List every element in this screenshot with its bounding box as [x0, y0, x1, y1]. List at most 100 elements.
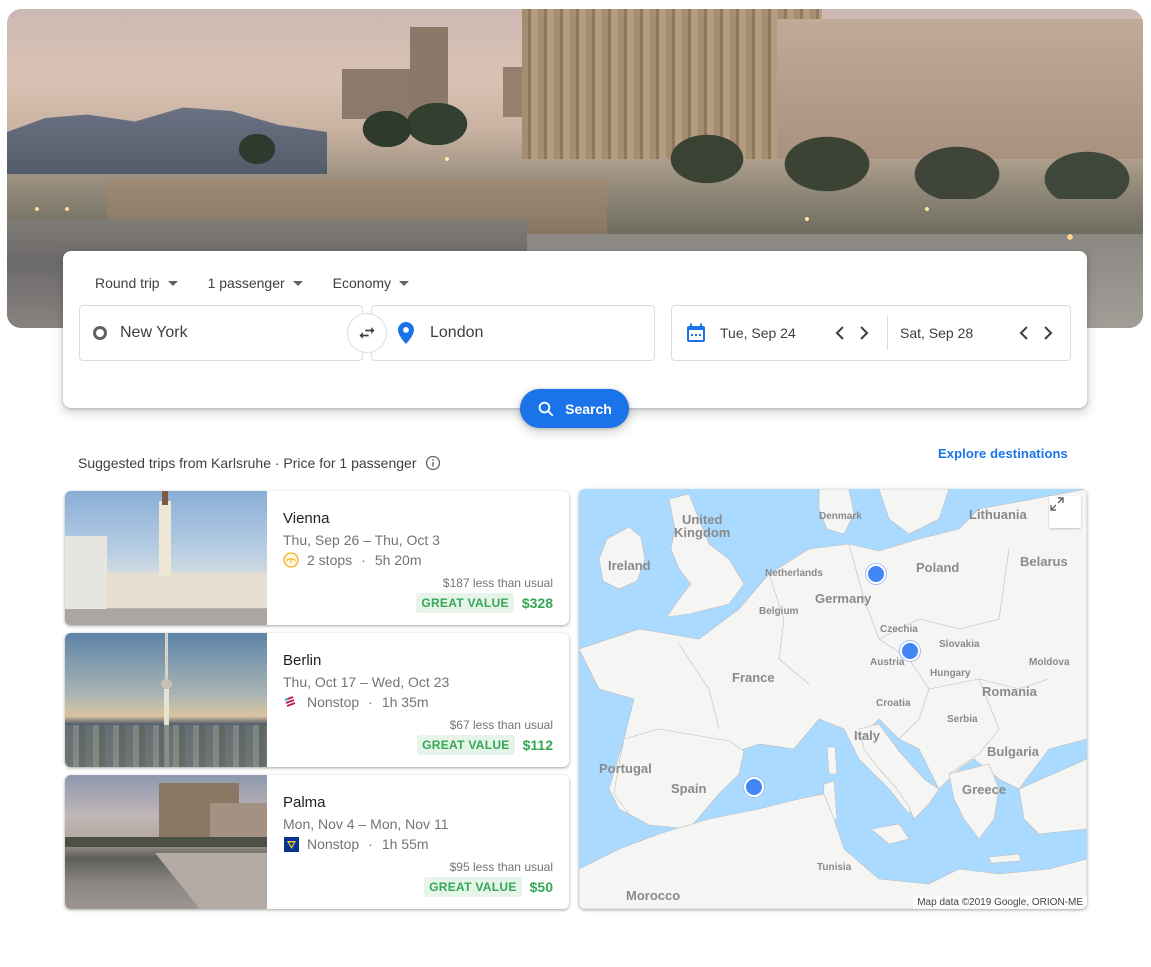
- trip-price: $328: [521, 595, 553, 611]
- search-button[interactable]: Search: [520, 389, 629, 428]
- trip-stops: Nonstop: [307, 836, 360, 852]
- depart-date-value: Tue, Sep 24: [720, 325, 796, 341]
- expand-map-button[interactable]: [1049, 496, 1081, 528]
- trip-card-vienna[interactable]: Vienna Thu, Sep 26 – Thu, Oct 3 2 stops …: [65, 491, 569, 625]
- trip-price: $50: [529, 879, 553, 895]
- lufthansa-icon: [283, 552, 299, 568]
- passengers-dropdown[interactable]: 1 passenger: [208, 273, 303, 293]
- caret-down-icon: [292, 280, 303, 286]
- great-value-badge: GREAT VALUE: [416, 593, 514, 613]
- destinations-map[interactable]: United Kingdom Ireland Germany Poland Be…: [579, 489, 1087, 909]
- trip-meta: Nonstop · 1h 35m: [283, 694, 429, 710]
- trip-card-berlin[interactable]: Berlin Thu, Oct 17 – Wed, Oct 23 Nonstop…: [65, 633, 569, 767]
- swap-arrows-icon: [359, 327, 375, 339]
- trip-dates: Mon, Nov 4 – Mon, Nov 11: [283, 816, 449, 832]
- map-label-romania: Romania: [982, 684, 1037, 699]
- map-label-austria: Austria: [870, 657, 905, 668]
- map-label-denmark: Denmark: [819, 511, 862, 522]
- trip-savings: $67 less than usual: [449, 718, 553, 732]
- origin-circle-icon: [93, 326, 107, 340]
- trip-info: Palma Mon, Nov 4 – Mon, Nov 11 Nonstop ·…: [283, 775, 569, 909]
- land-iberia: [613, 728, 745, 830]
- return-date-value: Sat, Sep 28: [900, 325, 974, 341]
- flight-search-card: Round trip 1 passenger Economy New York …: [63, 251, 1087, 428]
- depart-date-nav: [832, 325, 872, 341]
- land-greece: [948, 763, 1000, 840]
- return-date-field[interactable]: Sat, Sep 28: [887, 316, 1070, 350]
- separator-dot: ·: [368, 694, 373, 710]
- map-label-united-kingdom: United Kingdom: [674, 513, 730, 539]
- map-label-tunisia: Tunisia: [817, 862, 852, 873]
- map-label-lithuania: Lithuania: [969, 507, 1027, 522]
- map-label-belarus: Belarus: [1020, 554, 1068, 569]
- map-marker-vienna[interactable]: [900, 641, 920, 661]
- next-date-button[interactable]: [1040, 325, 1056, 341]
- cabin-class-dropdown[interactable]: Economy: [332, 273, 410, 293]
- trip-info: Berlin Thu, Oct 17 – Wed, Oct 23 Nonstop…: [283, 633, 569, 767]
- origin-input[interactable]: New York: [79, 305, 363, 361]
- previous-date-button[interactable]: [1016, 325, 1032, 341]
- passengers-label: 1 passenger: [207, 275, 285, 291]
- cabin-class-label: Economy: [332, 275, 392, 291]
- map-marker-berlin[interactable]: [866, 564, 886, 584]
- map-marker-palma[interactable]: [744, 777, 764, 797]
- swap-locations-button[interactable]: [347, 313, 387, 353]
- trip-duration: 5h 20m: [374, 552, 422, 568]
- separator-dot: ·: [361, 552, 366, 568]
- map-label-spain: Spain: [671, 781, 707, 796]
- chevron-right-icon: [1044, 326, 1053, 340]
- trip-duration: 1h 55m: [381, 836, 429, 852]
- map-label-morocco: Morocco: [626, 888, 681, 903]
- info-icon[interactable]: [425, 455, 441, 471]
- map-label-ireland: Ireland: [608, 558, 651, 573]
- destination-input[interactable]: London: [371, 305, 655, 361]
- map-label-czechia: Czechia: [880, 624, 918, 635]
- explore-destinations-link[interactable]: Explore destinations: [938, 446, 1068, 461]
- trip-city: Berlin: [283, 652, 322, 669]
- berlin-thumbnail: [65, 633, 267, 767]
- trip-city: Palma: [283, 794, 326, 811]
- map-label-slovakia: Slovakia: [939, 639, 980, 650]
- search-icon: [538, 401, 554, 416]
- trip-price: $112: [522, 737, 553, 753]
- origin-value: New York: [120, 324, 188, 341]
- previous-date-button[interactable]: [832, 325, 848, 341]
- trip-card-palma[interactable]: Palma Mon, Nov 4 – Mon, Nov 11 Nonstop ·…: [65, 775, 569, 909]
- return-date-nav: [1016, 325, 1056, 341]
- trip-meta: 2 stops · 5h 20m: [283, 552, 422, 568]
- map-label-france: France: [732, 670, 775, 685]
- trip-price-row: GREAT VALUE $112: [417, 735, 553, 755]
- next-date-button[interactable]: [856, 325, 872, 341]
- trip-meta: Nonstop · 1h 55m: [283, 836, 429, 852]
- chevron-right-icon: [860, 326, 869, 340]
- trip-duration: 1h 35m: [381, 694, 429, 710]
- date-range-picker: Tue, Sep 24 Sat, Sep 28: [671, 305, 1071, 361]
- trip-stops: Nonstop: [307, 694, 360, 710]
- trip-dates: Thu, Sep 26 – Thu, Oct 3: [283, 532, 440, 548]
- map-label-moldova: Moldova: [1029, 657, 1070, 668]
- trip-dates: Thu, Oct 17 – Wed, Oct 23: [283, 674, 450, 690]
- map-label-serbia: Serbia: [947, 714, 978, 725]
- eurowings-icon: [283, 694, 299, 710]
- trip-type-dropdown[interactable]: Round trip: [95, 273, 178, 293]
- land-sweden: [878, 489, 950, 535]
- destination-value: London: [430, 324, 484, 341]
- trip-city: Vienna: [283, 510, 330, 527]
- map-label-text: Kingdom: [674, 525, 731, 540]
- map-attribution: Map data ©2019 Google, ORION-ME: [913, 896, 1087, 909]
- calendar-icon: [686, 323, 706, 343]
- map-label-croatia: Croatia: [876, 698, 911, 709]
- trip-stops: 2 stops: [307, 552, 353, 568]
- map-label-portugal: Portugal: [599, 761, 652, 776]
- suggested-trips-heading: Suggested trips from Karlsruhe · Price f…: [78, 455, 441, 471]
- great-value-badge: GREAT VALUE: [424, 877, 522, 897]
- map-label-belgium: Belgium: [759, 606, 799, 617]
- land-sicily: [870, 823, 910, 845]
- land-crete: [988, 853, 1022, 864]
- map-label-germany: Germany: [815, 591, 872, 606]
- trip-type-label: Round trip: [95, 275, 160, 291]
- trip-price-row: GREAT VALUE $328: [416, 593, 553, 613]
- map-label-bulgaria: Bulgaria: [987, 744, 1040, 759]
- chevron-left-icon: [1019, 326, 1028, 340]
- depart-date-field[interactable]: Tue, Sep 24: [672, 306, 887, 360]
